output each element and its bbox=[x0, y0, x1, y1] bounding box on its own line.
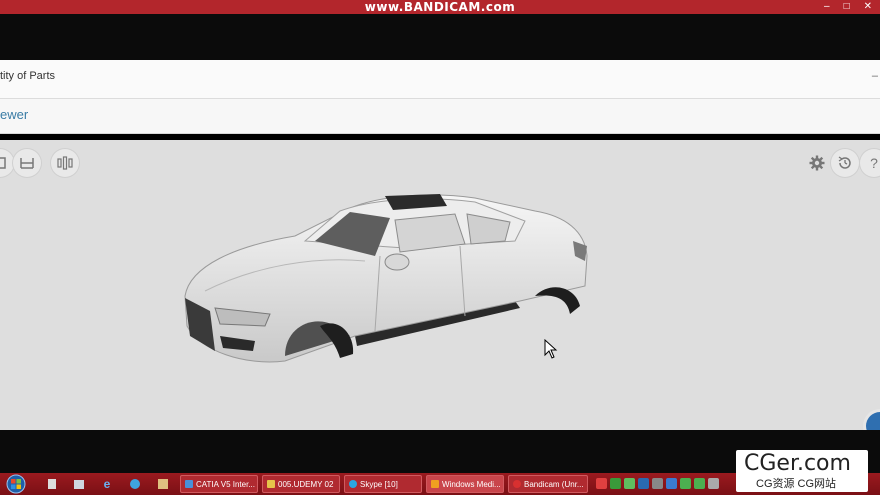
tray-app-icon[interactable] bbox=[610, 478, 621, 489]
gear-icon bbox=[809, 155, 825, 171]
network-icon[interactable] bbox=[694, 478, 705, 489]
bluetooth-icon[interactable] bbox=[666, 478, 677, 489]
tray-app2-icon[interactable] bbox=[624, 478, 635, 489]
tray-app4-icon[interactable] bbox=[652, 478, 663, 489]
settings-button[interactable] bbox=[803, 149, 831, 177]
tray-app3-icon[interactable] bbox=[638, 478, 649, 489]
taskbar-windows-media[interactable]: Windows Medi... bbox=[426, 475, 504, 493]
3d-viewport[interactable]: ? bbox=[0, 140, 880, 440]
tray-record-icon[interactable] bbox=[596, 478, 607, 489]
cger-watermark-title: CGer.com bbox=[744, 451, 851, 476]
panel-header: tity of Parts – bbox=[0, 60, 880, 99]
taskbar-bandicam[interactable]: Bandicam (Unr... bbox=[508, 475, 588, 493]
help-button[interactable]: ? bbox=[860, 149, 880, 177]
ie-icon[interactable]: e bbox=[100, 477, 114, 491]
explode-icon bbox=[57, 156, 73, 170]
edge-icon[interactable] bbox=[128, 477, 142, 491]
explode-button[interactable] bbox=[51, 149, 79, 177]
ruler-icon bbox=[20, 158, 34, 169]
reset-icon bbox=[838, 156, 851, 169]
start-button-icon[interactable] bbox=[4, 474, 28, 494]
viewer-tab-bar: ewer bbox=[0, 99, 880, 134]
letterbox-top bbox=[0, 14, 880, 60]
taskbar-catia[interactable]: CATIA V5 Inter... bbox=[180, 475, 258, 493]
taskbar-udemy-folder[interactable]: 005.UDEMY 02 bbox=[262, 475, 340, 493]
media-player-icon bbox=[431, 480, 439, 488]
explorer-icon[interactable] bbox=[72, 477, 86, 491]
system-tray bbox=[596, 476, 719, 492]
close-button[interactable]: ✕ bbox=[864, 1, 872, 12]
minimize-button[interactable]: – bbox=[824, 1, 830, 12]
car-3d-model[interactable] bbox=[175, 186, 595, 376]
volume-icon[interactable] bbox=[708, 478, 719, 489]
measure-button[interactable] bbox=[13, 149, 41, 177]
mouse-cursor bbox=[544, 339, 558, 359]
show-desktop-icon[interactable] bbox=[45, 477, 59, 491]
recording-banner: www.BANDICAM.com – □ ✕ bbox=[0, 0, 880, 14]
window-controls: – □ ✕ bbox=[824, 1, 872, 12]
fit-all-icon bbox=[0, 157, 6, 169]
nvidia-icon[interactable] bbox=[680, 478, 691, 489]
tab-viewer[interactable]: ewer bbox=[0, 107, 28, 122]
media-icon[interactable] bbox=[156, 477, 170, 491]
maximize-button[interactable]: □ bbox=[844, 1, 850, 12]
folder-icon bbox=[267, 480, 275, 488]
cger-watermark: CGer.com CG资源 CG网站 bbox=[736, 450, 868, 492]
bandicam-icon bbox=[513, 480, 521, 488]
taskbar-skype[interactable]: Skype [10] bbox=[344, 475, 422, 493]
cger-watermark-subtitle: CG资源 CG网站 bbox=[756, 478, 837, 490]
catia-icon bbox=[185, 480, 193, 488]
bandicam-watermark: www.BANDICAM.com bbox=[364, 0, 516, 14]
fit-all-button[interactable] bbox=[0, 149, 14, 177]
skype-icon bbox=[349, 480, 357, 488]
collapse-button[interactable]: – bbox=[872, 70, 878, 82]
panel-title: tity of Parts bbox=[0, 70, 56, 82]
reset-view-button[interactable] bbox=[831, 149, 859, 177]
help-icon: ? bbox=[870, 155, 878, 171]
